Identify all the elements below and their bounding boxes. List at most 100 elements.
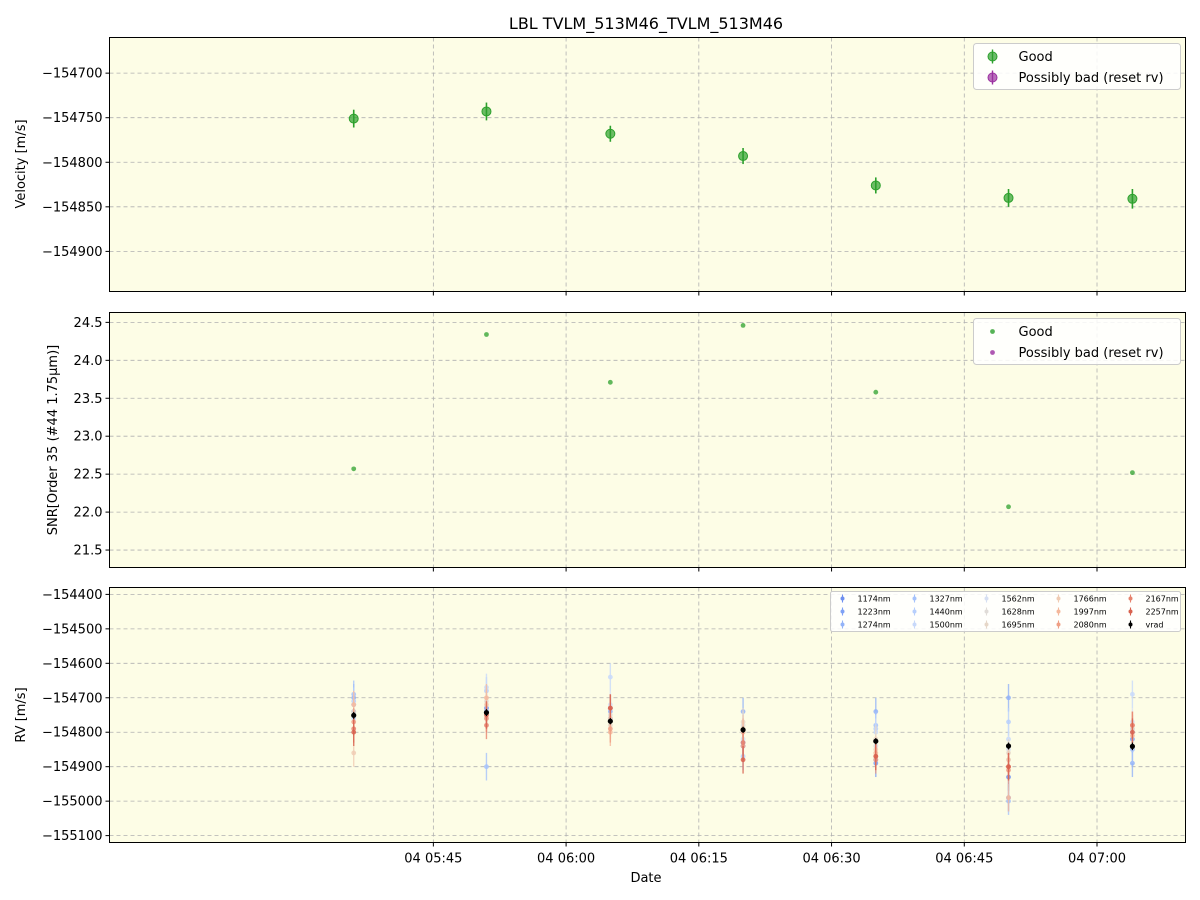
rv-point [1006,695,1011,701]
legend-label: 1174nm [858,595,891,604]
legend-label: Good [1019,325,1053,340]
y-tick-label: −154400 [42,588,103,603]
rv-point [873,753,879,759]
legend-label: 1997nm [1074,608,1107,617]
rv-point [1130,691,1135,697]
rv-point [607,705,613,711]
legend-marker [984,609,989,614]
legend-label: Good [1019,50,1053,65]
x-tick-label: 04 05:45 [404,852,462,867]
legend-label: 1327nm [930,595,963,604]
snr-panel: SNR[Order 35 (#44 1.75μm)] 21.5 22.0 22.5 2… [46,312,1186,572]
legend-marker [990,329,995,334]
snr-point [1006,504,1011,510]
legend-label: vrad [1146,621,1164,630]
rv-point [351,750,357,756]
y-tick-label: −154800 [42,726,103,741]
legend-marker [984,622,989,627]
legend-marker [1128,622,1133,627]
vrad-point [607,718,613,724]
vrad-point [740,727,746,733]
y-tick-label: −154850 [42,200,103,215]
y-tick-label: −155100 [42,829,103,844]
legend-marker [1056,596,1061,601]
rv-point [607,726,613,732]
y-tick-label: 23.5 [74,392,103,407]
x-tick-label: 04 07:00 [1068,852,1126,867]
rv-point [351,729,357,735]
velocity-point [605,128,616,139]
legend-label: 1628nm [1002,608,1035,617]
legend-label: 1695nm [1002,621,1035,630]
rv-point [1006,795,1011,801]
vrad-point [351,712,357,718]
y-tick-label: 21.5 [74,544,103,559]
snr-point [607,379,613,385]
y-tick-label: −154900 [42,760,103,775]
chart-title: LBL TVLM_513M46_TVLM_513M46 [509,14,783,34]
rv-y-label: RV [m/s] [14,687,29,742]
legend-label: 1440nm [930,608,963,617]
y-tick-label: −154750 [42,111,103,126]
snr-point [873,389,879,395]
legend-marker [987,51,998,62]
velocity-point [481,106,492,117]
legend-label: 1562nm [1002,595,1035,604]
y-tick-label: 23.0 [74,430,103,445]
rv-point [351,702,357,708]
x-tick-label: 04 06:15 [670,852,728,867]
legend-marker [912,596,917,601]
legend-marker [1056,622,1061,627]
rv-point [1130,729,1135,735]
legend-marker [1056,609,1061,614]
legend-marker [990,350,995,355]
snr-point [351,466,357,472]
legend-label: 2080nm [1074,621,1107,630]
y-tick-label: 24.5 [74,316,103,331]
rv-point [607,674,613,680]
legend-label: 1274nm [858,621,891,630]
y-tick-label: −154600 [42,657,103,672]
y-tick-label: −154500 [42,622,103,637]
y-tick-label: 22.5 [74,468,103,483]
rv-point [740,757,746,763]
snr-point [740,323,746,328]
rv-point [1006,764,1011,770]
x-tick-label: 04 06:30 [802,852,860,867]
rv-point [484,764,489,770]
legend-marker [1128,609,1133,614]
legend-label: 1500nm [930,621,963,630]
y-tick-label: −155000 [42,795,103,810]
y-tick-label: −154700 [42,691,103,706]
legend-label: 2257nm [1146,608,1179,617]
figure: LBL TVLM_513M46_TVLM_513M46 Date Velocit… [14,14,1186,886]
vrad-point [483,709,490,716]
rv-point [484,695,489,701]
velocity-y-label: Velocity [m/s] [14,119,29,208]
snr-y-label: SNR[Order 35 (#44 1.75μm)] [46,345,61,536]
x-tick-label: 04 06:45 [935,852,993,867]
legend-label: Possibly bad (reset rv) [1019,346,1164,361]
legend-marker [912,609,917,614]
velocity-point [738,151,749,162]
x-axis-label: Date [630,871,661,886]
snr-point [484,332,489,337]
legend-marker [840,622,845,627]
legend-marker [1128,596,1133,601]
legend-label: 1223nm [858,608,891,617]
legend-label: 2167nm [1146,595,1179,604]
rv-panel: RV [m/s] −154400 −154500 −154600 −154700 −15… [14,587,1186,867]
legend-marker [912,622,917,627]
vrad-point [873,738,879,744]
rv-point [1006,719,1011,725]
vrad-point [1129,743,1136,749]
velocity-panel: Velocity [m/s] −154700 −154750 −154800 −154… [14,37,1186,296]
y-tick-label: −154800 [42,156,103,171]
velocity-point [348,113,359,124]
y-tick-label: −154700 [42,67,103,82]
legend-label: Possibly bad (reset rv) [1019,71,1164,86]
x-tick-label: 04 06:00 [537,852,595,867]
velocity-point [870,180,881,191]
velocity-point [1127,193,1138,204]
vrad-point [1005,743,1012,749]
